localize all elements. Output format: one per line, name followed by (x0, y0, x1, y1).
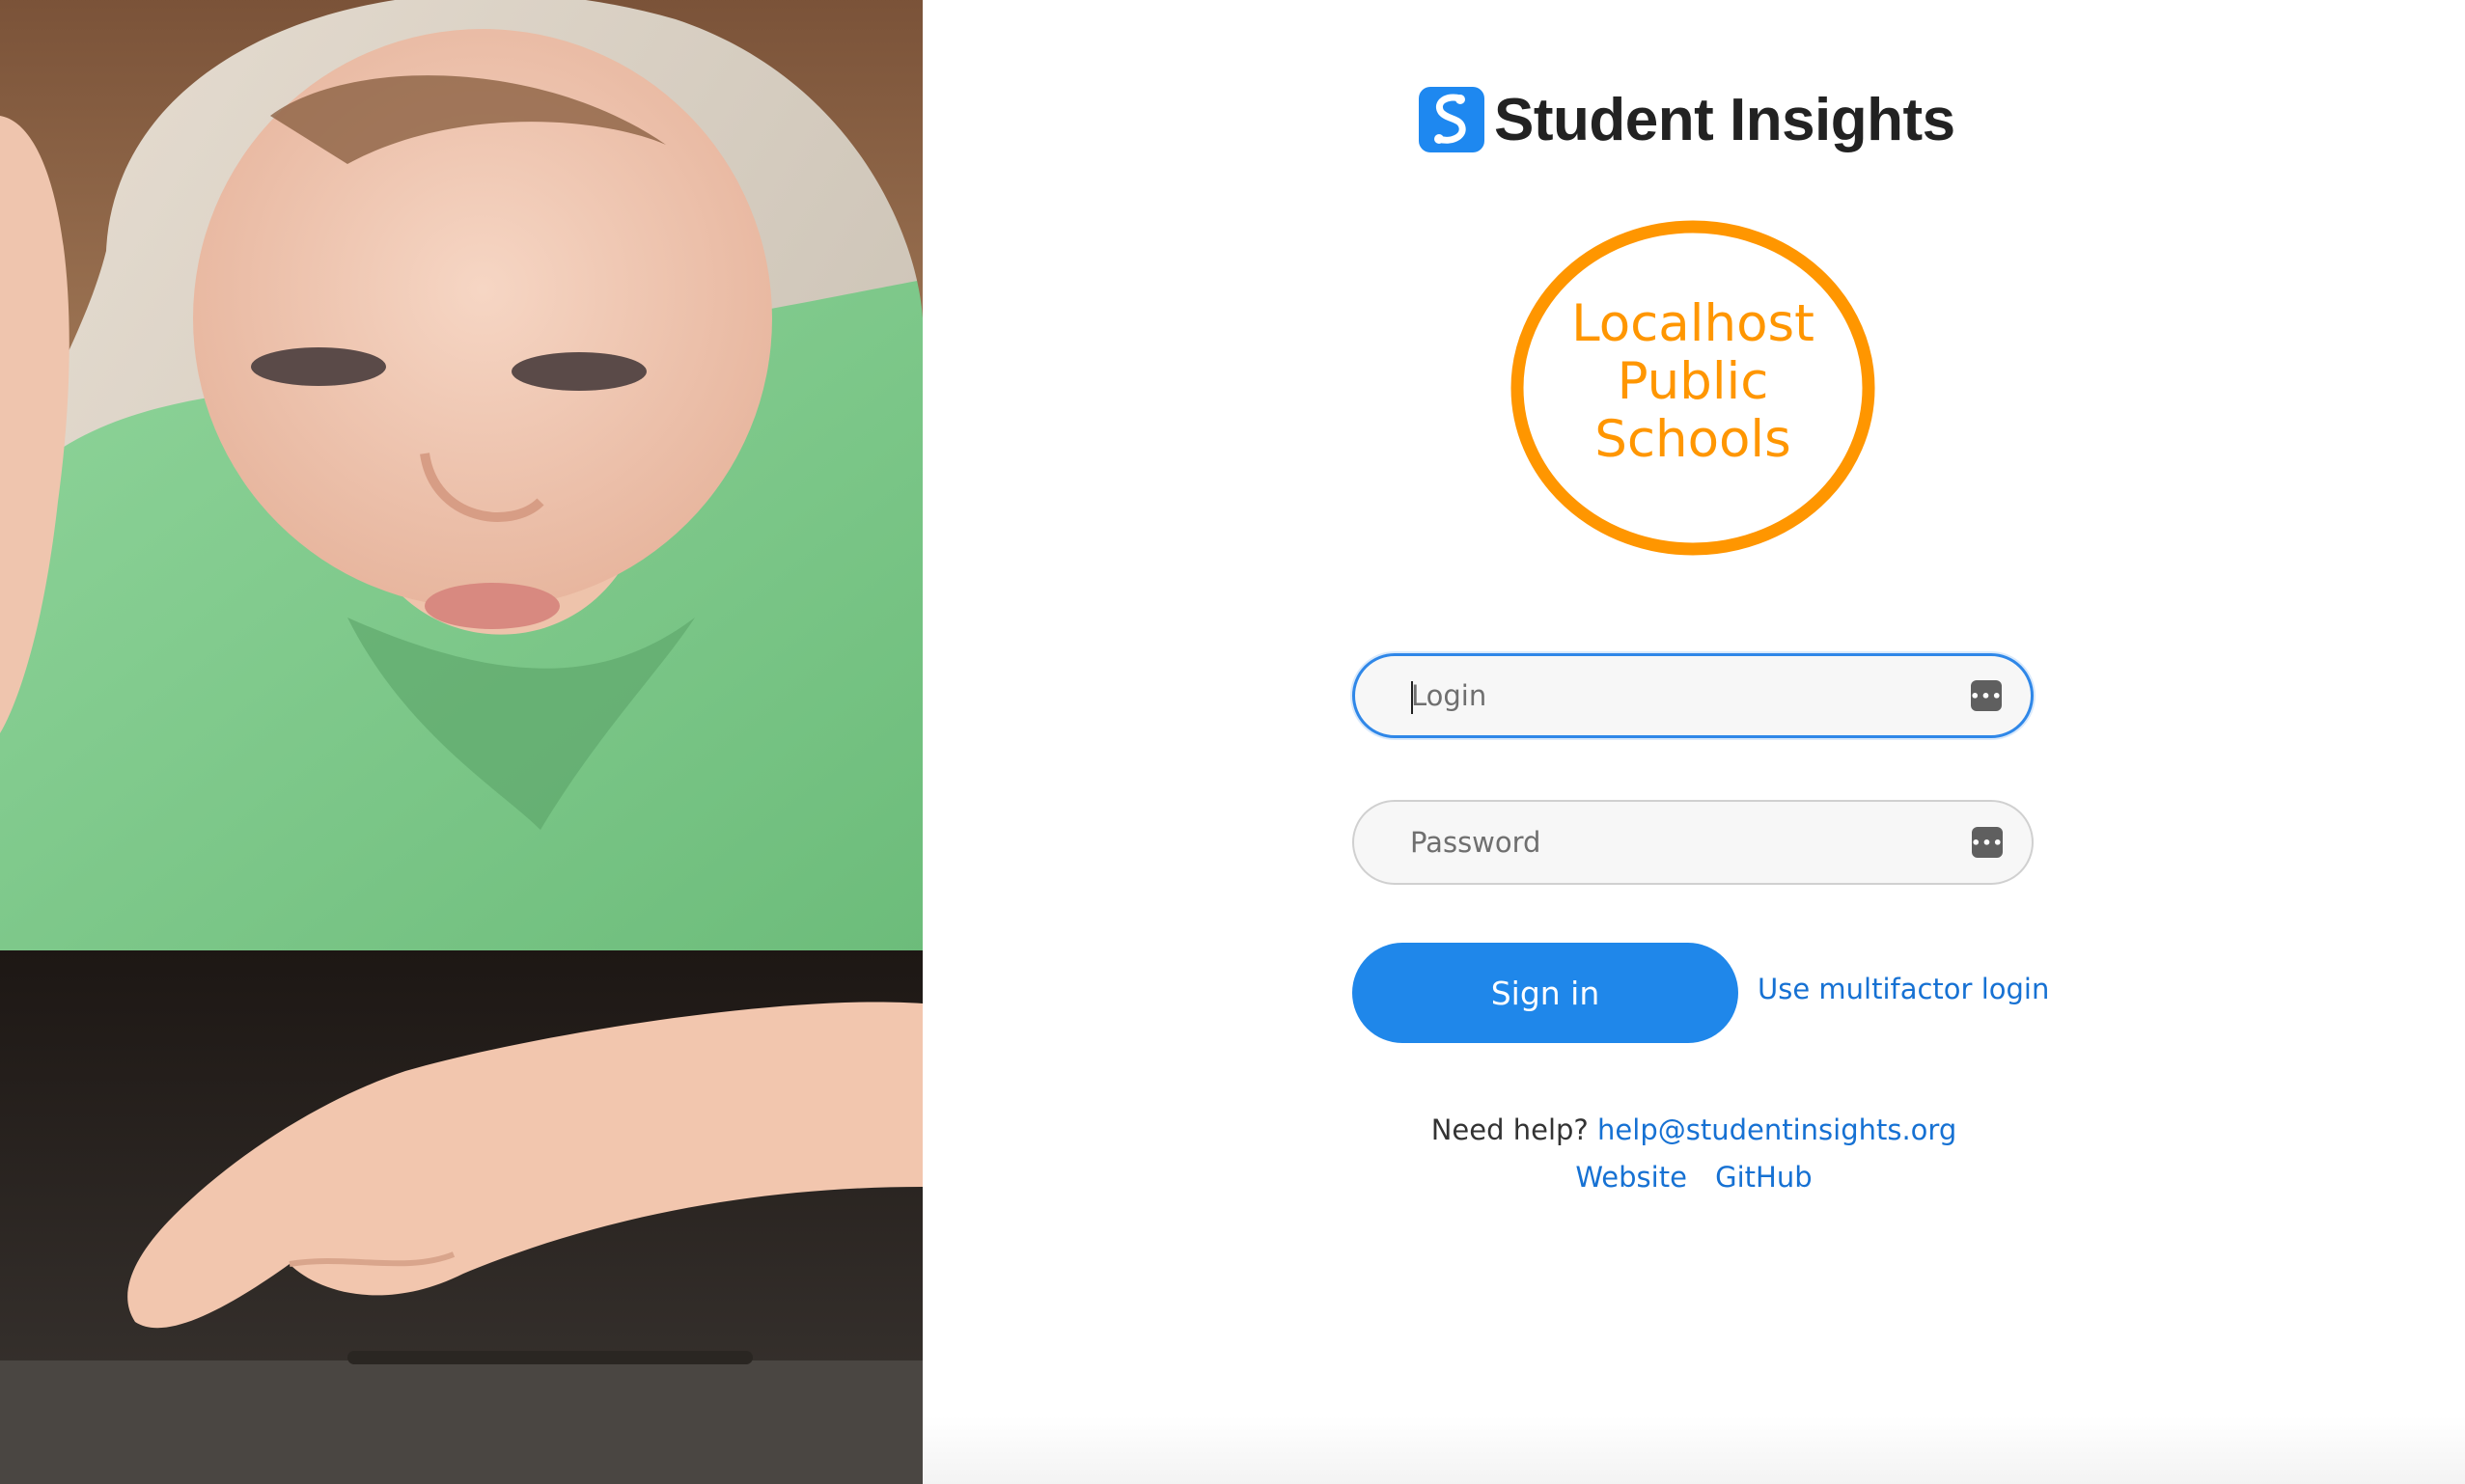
app-title: Student Insights (1494, 86, 1955, 153)
sign-in-button[interactable]: Sign in (1352, 943, 1738, 1043)
password-input[interactable] (1410, 802, 1951, 883)
login-page: Student Insights Localhost Public School… (0, 0, 2465, 1484)
student-insights-logo-icon (1419, 87, 1484, 152)
brand-header: Student Insights (1419, 83, 1955, 156)
password-manager-icon[interactable]: ••• (1971, 827, 2003, 858)
footer-links: Website GitHub (923, 1161, 2465, 1194)
website-link[interactable]: Website (1575, 1161, 1687, 1194)
help-text: Need help? (1430, 1113, 1589, 1146)
district-name-line: Localhost (1571, 294, 1814, 353)
login-field[interactable]: ••• (1352, 653, 2034, 738)
multifactor-login-link[interactable]: Use multifactor login (1758, 973, 2049, 1005)
help-email-link[interactable]: help@studentinsights.org (1597, 1113, 1956, 1146)
login-input[interactable] (1411, 656, 1952, 735)
password-field[interactable]: ••• (1352, 800, 2034, 885)
district-name: Localhost Public Schools (1509, 295, 1877, 469)
help-line: Need help? help@studentinsights.org (923, 1113, 2465, 1146)
hero-photo (0, 0, 923, 1484)
github-link[interactable]: GitHub (1715, 1161, 1813, 1194)
district-name-line: Public (1617, 352, 1769, 411)
login-panel: Student Insights Localhost Public School… (923, 0, 2465, 1484)
district-name-line: Schools (1594, 410, 1791, 469)
district-logo: Localhost Public Schools (1509, 218, 1877, 558)
password-manager-icon[interactable]: ••• (1970, 680, 2002, 711)
